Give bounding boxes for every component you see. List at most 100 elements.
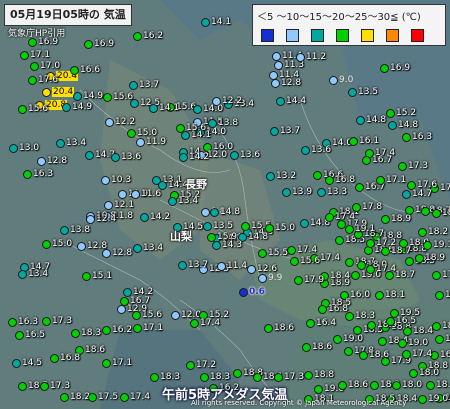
station-marker[interactable] bbox=[418, 395, 427, 404]
station-marker[interactable] bbox=[314, 385, 323, 394]
station-marker[interactable] bbox=[264, 324, 273, 333]
station-marker[interactable] bbox=[42, 240, 51, 249]
station-marker[interactable] bbox=[435, 335, 444, 344]
station-marker[interactable] bbox=[158, 181, 167, 190]
station-marker[interactable] bbox=[239, 288, 248, 297]
station-marker[interactable] bbox=[8, 318, 17, 327]
station-marker[interactable] bbox=[351, 271, 360, 280]
station-marker[interactable] bbox=[409, 369, 418, 378]
station-marker[interactable] bbox=[405, 257, 414, 266]
station-marker[interactable] bbox=[104, 201, 113, 210]
station-marker[interactable] bbox=[60, 393, 69, 402]
station-marker[interactable] bbox=[18, 382, 27, 391]
station-marker[interactable] bbox=[276, 97, 285, 106]
station-marker[interactable] bbox=[149, 104, 158, 113]
station-marker[interactable] bbox=[380, 64, 389, 73]
station-marker[interactable] bbox=[274, 61, 283, 70]
station-marker[interactable] bbox=[40, 382, 49, 391]
station-marker[interactable] bbox=[345, 258, 354, 267]
station-marker[interactable] bbox=[398, 162, 407, 171]
station-marker[interactable] bbox=[370, 381, 379, 390]
station-marker[interactable] bbox=[70, 66, 79, 75]
station-marker[interactable] bbox=[325, 176, 334, 185]
station-marker[interactable] bbox=[133, 244, 142, 253]
station-marker[interactable] bbox=[111, 153, 120, 162]
station-marker[interactable] bbox=[102, 249, 111, 258]
station-marker[interactable] bbox=[402, 350, 411, 359]
station-marker[interactable] bbox=[388, 121, 397, 130]
station-marker[interactable] bbox=[357, 261, 366, 270]
station-marker[interactable] bbox=[84, 40, 93, 49]
station-marker[interactable] bbox=[86, 215, 95, 224]
station-marker[interactable] bbox=[62, 103, 71, 112]
station-marker[interactable] bbox=[270, 127, 279, 136]
station-marker[interactable] bbox=[132, 311, 141, 320]
station-marker[interactable] bbox=[12, 359, 21, 368]
station-marker[interactable] bbox=[352, 203, 361, 212]
station-marker[interactable] bbox=[304, 371, 313, 380]
station-marker[interactable] bbox=[301, 146, 310, 155]
station-marker[interactable] bbox=[359, 351, 368, 360]
station-marker[interactable] bbox=[367, 321, 376, 330]
station-marker[interactable] bbox=[349, 137, 358, 146]
station-marker[interactable] bbox=[258, 249, 267, 258]
station-marker[interactable] bbox=[42, 88, 51, 97]
station-marker[interactable] bbox=[190, 319, 199, 328]
station-marker[interactable] bbox=[186, 361, 195, 370]
station-marker[interactable] bbox=[28, 38, 37, 47]
station-marker[interactable] bbox=[378, 337, 387, 346]
station-marker[interactable] bbox=[37, 157, 46, 166]
station-marker[interactable] bbox=[150, 373, 159, 382]
station-marker[interactable] bbox=[140, 213, 149, 222]
station-marker[interactable] bbox=[171, 311, 180, 320]
station-marker[interactable] bbox=[335, 236, 344, 245]
station-marker[interactable] bbox=[385, 271, 394, 280]
station-marker[interactable] bbox=[212, 241, 221, 250]
station-marker[interactable] bbox=[208, 119, 217, 128]
station-marker[interactable] bbox=[247, 265, 256, 274]
station-marker[interactable] bbox=[333, 335, 342, 344]
station-marker[interactable] bbox=[432, 271, 441, 280]
station-marker[interactable] bbox=[136, 138, 145, 147]
station-marker[interactable] bbox=[133, 32, 142, 41]
station-marker[interactable] bbox=[23, 170, 32, 179]
station-marker[interactable] bbox=[302, 343, 311, 352]
station-marker[interactable] bbox=[432, 322, 441, 331]
station-marker[interactable] bbox=[201, 18, 210, 27]
station-marker[interactable] bbox=[282, 188, 291, 197]
station-marker[interactable] bbox=[201, 208, 210, 217]
station-marker[interactable] bbox=[200, 373, 209, 382]
station-marker[interactable] bbox=[168, 197, 177, 206]
station-marker[interactable] bbox=[42, 317, 51, 326]
station-marker[interactable] bbox=[193, 105, 202, 114]
station-marker[interactable] bbox=[253, 373, 262, 382]
station-marker[interactable] bbox=[375, 291, 384, 300]
station-marker[interactable] bbox=[18, 105, 27, 114]
station-marker[interactable] bbox=[386, 317, 395, 326]
station-marker[interactable] bbox=[50, 354, 59, 363]
station-marker[interactable] bbox=[271, 79, 280, 88]
station-marker[interactable] bbox=[366, 265, 375, 274]
station-marker[interactable] bbox=[344, 347, 353, 356]
station-marker[interactable] bbox=[356, 116, 365, 125]
station-marker[interactable] bbox=[18, 270, 27, 279]
station-marker[interactable] bbox=[329, 76, 338, 85]
station-marker[interactable] bbox=[117, 305, 126, 314]
station-marker[interactable] bbox=[77, 242, 86, 251]
station-marker[interactable] bbox=[265, 224, 274, 233]
station-marker[interactable] bbox=[212, 97, 221, 106]
station-marker[interactable] bbox=[20, 51, 29, 60]
station-marker[interactable] bbox=[366, 239, 375, 248]
station-marker[interactable] bbox=[403, 327, 412, 336]
station-marker[interactable] bbox=[230, 151, 239, 160]
station-marker[interactable] bbox=[101, 176, 110, 185]
station-marker[interactable] bbox=[127, 129, 136, 138]
station-marker[interactable] bbox=[345, 312, 354, 321]
station-marker[interactable] bbox=[217, 262, 226, 271]
station-marker[interactable] bbox=[133, 324, 142, 333]
station-marker[interactable] bbox=[28, 76, 37, 85]
station-marker[interactable] bbox=[73, 92, 82, 101]
station-marker[interactable] bbox=[241, 222, 250, 231]
station-marker[interactable] bbox=[294, 276, 303, 285]
station-marker[interactable] bbox=[423, 241, 432, 250]
